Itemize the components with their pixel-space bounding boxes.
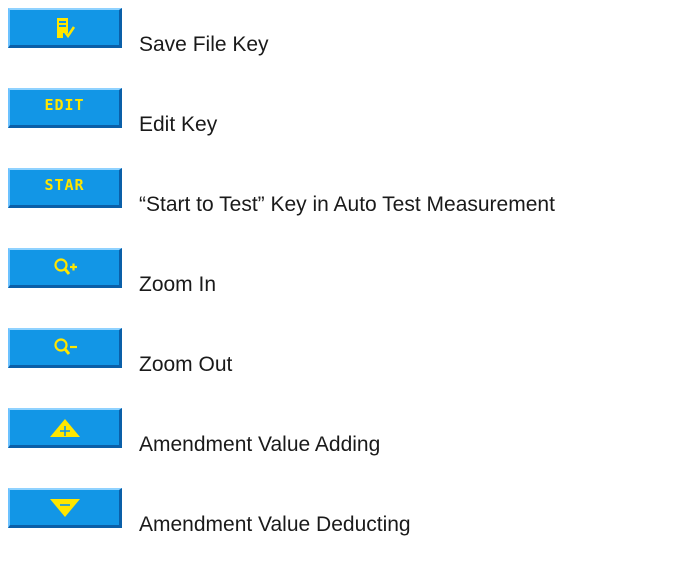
zoom-out-key-label: Zoom Out [139,353,233,376]
legend-row-zoom-in: Zoom In [0,248,697,308]
legend-row-start-test: STAR “Start to Test” Key in Auto Test Me… [0,168,697,228]
start-test-key[interactable]: STAR [8,168,122,208]
amend-deduct-key-label: Amendment Value Deducting [139,513,411,536]
triangle-down-minus-icon [49,498,80,517]
start-test-key-label: “Start to Test” Key in Auto Test Measure… [139,193,555,216]
legend-row-zoom-out: Zoom Out [0,328,697,388]
save-file-key-label: Save File Key [139,33,269,56]
legend-row-amend-add: Amendment Value Adding [0,408,697,468]
zoom-in-key-label: Zoom In [139,273,217,296]
amend-add-key[interactable] [8,408,122,448]
legend-row-edit: EDIT Edit Key [0,88,697,148]
save-file-icon [56,17,75,38]
legend-row-amend-deduct: Amendment Value Deducting [0,488,697,548]
zoom-out-icon [53,337,77,355]
zoom-in-icon [53,257,77,275]
start-test-key-text: STAR [44,176,85,194]
amend-add-key-label: Amendment Value Adding [139,433,381,456]
amend-deduct-key[interactable] [8,488,122,528]
save-file-key[interactable] [8,8,122,48]
legend-row-save-file: Save File Key [0,8,697,68]
zoom-out-key[interactable] [8,328,122,368]
edit-key-label: Edit Key [139,113,218,136]
zoom-in-key[interactable] [8,248,122,288]
triangle-up-plus-icon [49,418,80,437]
edit-key-text: EDIT [44,96,85,114]
edit-key[interactable]: EDIT [8,88,122,128]
